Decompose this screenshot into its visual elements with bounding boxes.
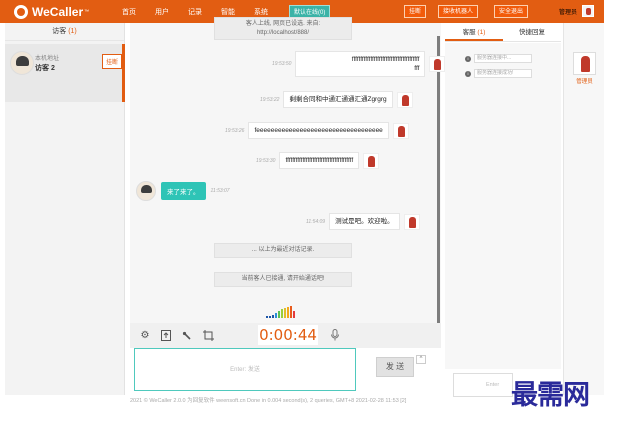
message-time: 19:53:30 [256,157,276,164]
app-logo[interactable]: WeCaller ™ [14,4,114,19]
chat-message: 19:53:30 fffffffffffffffffffffffffffffff… [256,152,380,169]
service-input[interactable]: Enter [453,373,513,397]
visitor-card[interactable]: 本机地址 访客 2 挂断 [5,44,125,102]
nav-smart[interactable]: 智能 [221,7,254,17]
agent-avatar [392,122,409,139]
admin-label[interactable]: 管理员 [559,7,577,16]
send-button[interactable]: 发 送 [376,357,414,377]
accept-robot-button[interactable]: 接收机器人 [438,5,479,18]
nav-system[interactable]: 系统 [254,7,287,17]
main-nav: 首页 用户 记录 智能 系统 [122,7,287,17]
agent-name: 管理员 [576,79,593,85]
call-timer: 0:00:44 [258,325,318,345]
footer-text: 2021 © WeCaller 2.0.0 为回复软件 weensoft.cn … [130,398,407,404]
app-name: WeCaller [32,4,84,19]
visitor-count: (1) [68,28,77,35]
chat-message: 19:53:50 fffffffffffffffffffffffffffffff… [272,51,446,77]
server-status-row: i 服务器连接成功! [465,69,532,78]
voice-level-indicator [266,306,295,318]
screenshot-icon[interactable] [202,330,214,342]
message-input[interactable] [135,349,355,390]
message-time: 19:53:26 [225,127,245,134]
wrench-icon[interactable] [181,330,193,342]
agent-avatar [429,56,446,72]
admin-avatar[interactable] [582,5,594,17]
agent-avatar [363,152,380,169]
visitor-online-note-line2: http://localhost/888/ [256,30,310,36]
tab-service-count: (1) [477,29,486,36]
info-icon: i [465,70,471,77]
tab-service[interactable]: 客服 (1) [445,23,503,41]
service-panel: i 服务器连接中... i 服务器连接成功! [445,43,561,369]
history-note: ... 以上为最近对话记录. [214,243,352,258]
nav-users[interactable]: 用户 [155,7,188,17]
message-bubble: ffffffffffffffffffffffffffffffffffffffff… [295,51,426,77]
microphone-icon[interactable] [331,329,339,344]
nav-records[interactable]: 记录 [188,7,221,17]
chat-scrollbar[interactable] [437,36,440,323]
visitor-name: 访客 2 [35,65,55,72]
logo-icon [14,4,28,19]
visitor-avatar [10,51,34,75]
visitor-panel-title: 访客 (1) [5,23,124,41]
message-time: 19:53:50 [272,61,292,67]
chat-message: 19:53:26 feeeeeeeeeeeeeeeeeeeeeeeeeeeeee… [225,122,409,139]
hangup-top-button[interactable]: 挂断 [404,5,427,18]
nav-home[interactable]: 首页 [122,7,155,17]
right-tabs: 客服 (1) 快捷回复 [445,23,561,42]
upload-icon[interactable] [160,330,172,342]
tab-service-label: 客服 [462,29,476,36]
message-bubble: feeeeeeeeeeeeeeeeeeeeeeeeeeeeeeeeeee [248,122,389,139]
trademark: ™ [84,8,90,15]
connected-note: 当前客人已接通, 请开始通话吧! [214,272,352,287]
logout-button[interactable]: 安全退出 [494,5,529,18]
send-options-button[interactable]: ^ [416,355,426,364]
message-time: 11:54:09 [306,218,326,225]
server-status-field: 服务器连接成功! [474,69,532,78]
visitor-online-note-line1: 客人上线, 网页已设选. 来自: [245,21,321,27]
message-time: 11:53:07 [210,188,230,194]
chat-message: 11:54:09 测试是吧。欢迎啦。 [306,213,420,230]
message-bubble: 来了来了。 [161,182,206,200]
visitor-address: 本机地址 [35,56,60,62]
gear-icon[interactable]: ⚙ [139,330,151,342]
tab-quick-reply[interactable]: 快捷回复 [503,23,561,41]
visitor-message: 来了来了。 11:53:07 [136,181,234,201]
message-text: ffffffffffffffffffffffffffffffffffffffff [351,56,420,63]
info-icon: i [465,55,471,62]
message-bubble: ffffffffffffffffffffffffffffffffffffffff [279,152,360,169]
agent-avatar [403,213,420,230]
watermark-logo: 最需网 [511,380,590,411]
agent-avatar [396,91,413,108]
server-status-row: i 服务器连接中... [465,54,532,63]
message-input-box[interactable] [134,348,356,391]
message-text-line2: fff [414,65,420,72]
visitor-avatar [136,181,156,201]
message-bubble: 测试是吧。欢迎啦。 [329,213,400,230]
agent-avatar[interactable] [573,52,596,75]
visitor-online-note: 客人上线, 网页已设选. 来自: http://localhost/888/ [214,17,352,40]
chat-toolbar: ⚙ 0:00:44 [130,323,441,348]
app-window: WeCaller ™ 首页 用户 记录 智能 系统 默认在线(0) 挂断 接收机… [0,0,621,422]
visitor-panel: 访客 (1) 本机地址 访客 2 挂断 [5,23,125,395]
server-status-field: 服务器连接中... [474,54,532,63]
message-bubble: 剩剩合同和中通汇通通汇通Zgrgrg [283,91,393,108]
agent-list: 管理员 [563,23,604,395]
visitor-hangup-button[interactable]: 挂断 [102,54,122,69]
visitor-title: 访客 [52,28,67,35]
chat-message: 19:53:22 剩剩合同和中通汇通通汇通Zgrgrg [260,91,413,108]
message-time: 19:53:22 [260,96,280,103]
